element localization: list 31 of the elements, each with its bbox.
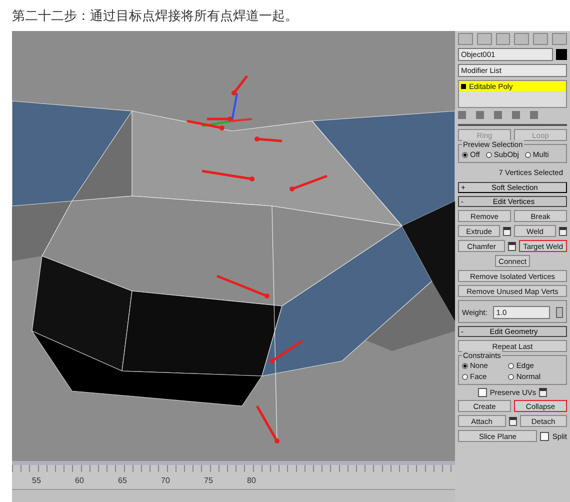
settings-button[interactable] (539, 388, 548, 397)
spinner-icon[interactable] (556, 307, 563, 318)
arrow (202, 170, 254, 182)
frame-number: 80 (247, 476, 257, 485)
radio-button[interactable] (508, 362, 514, 368)
radio-button[interactable] (524, 152, 531, 158)
color-swatch[interactable] (556, 49, 567, 60)
frame-number: 55 (32, 476, 42, 485)
arrow (270, 340, 303, 364)
checkbox[interactable] (478, 388, 487, 397)
transform-gizmo-icon (202, 92, 252, 127)
radio-button[interactable] (462, 152, 468, 158)
checkbox[interactable] (540, 432, 550, 440)
settings-button[interactable] (508, 416, 516, 426)
timeline[interactable]: 55 60 65 70 75 80 (12, 461, 455, 489)
settings-button[interactable] (559, 226, 567, 236)
radio-button[interactable] (486, 152, 492, 158)
arrow (290, 174, 328, 192)
arrow (256, 405, 280, 444)
radio-button[interactable] (462, 374, 468, 380)
radio-button[interactable] (462, 362, 468, 368)
frame-number: 75 (204, 476, 214, 485)
arrow (232, 75, 248, 96)
frame-number: 65 (118, 476, 128, 485)
frame-number: 70 (161, 476, 171, 485)
frame-number: 60 (75, 476, 85, 485)
viewport[interactable] (12, 31, 455, 461)
arrow (216, 274, 270, 298)
step-caption: 第二十二步：通过目标点焊接将所有点焊道一起。 (11, 8, 299, 26)
arrow (254, 136, 282, 142)
radio-button[interactable] (508, 374, 514, 380)
